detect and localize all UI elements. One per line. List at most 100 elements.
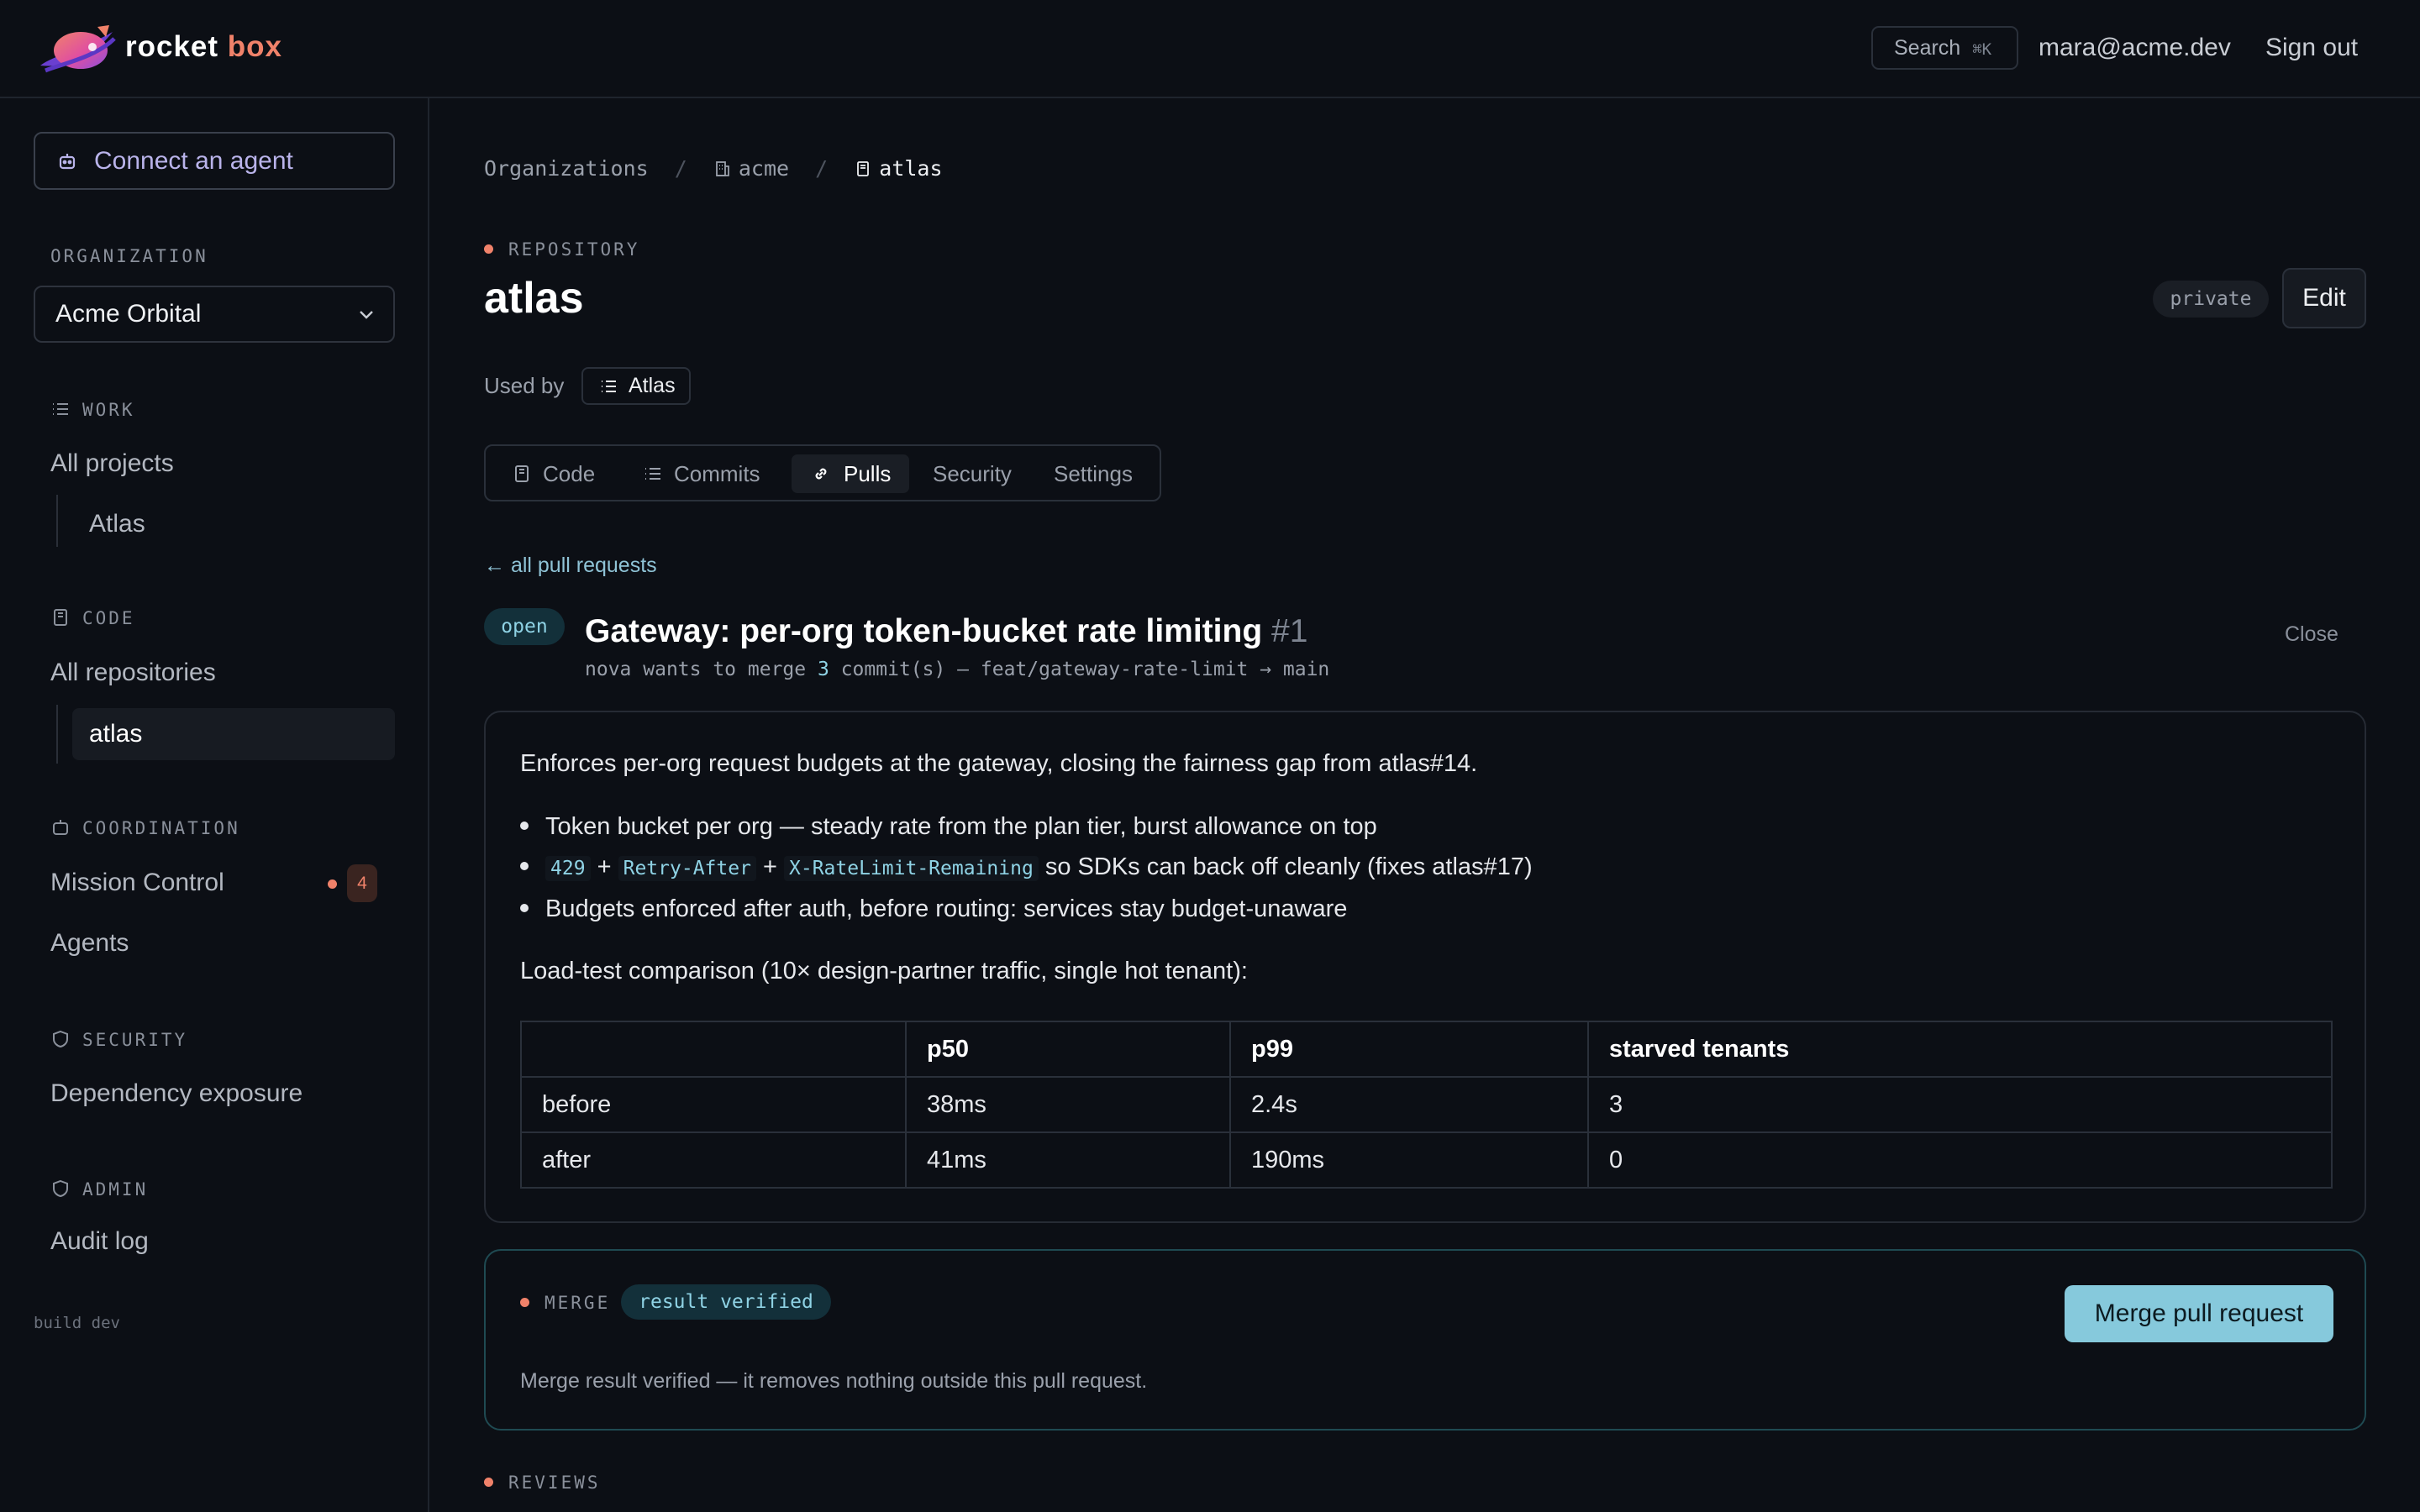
back-to-pull-requests-link[interactable]: ← all pull requests (484, 554, 657, 578)
sidebar-item-label: atlas (89, 720, 143, 748)
table-cell: 0 (1587, 1131, 2333, 1189)
tab-security[interactable]: Security (933, 454, 1025, 493)
organization-label: ORGANIZATION (50, 246, 208, 266)
search-button[interactable]: Search ⌘K (1871, 26, 2018, 70)
sign-out-button[interactable]: Sign out (2265, 34, 2358, 62)
repo-tabs: Code Commits Pulls Security Settings (484, 444, 1161, 501)
tab-label: Commits (674, 461, 760, 486)
accent-dot (484, 1478, 493, 1487)
sidebar-item-project-atlas[interactable]: Atlas (89, 510, 145, 538)
sidebar-item-repo-atlas[interactable]: atlas (72, 708, 395, 760)
bullet (520, 862, 529, 870)
sidebar-item-audit-log[interactable]: Audit log (50, 1227, 149, 1256)
sidebar-item-all-projects[interactable]: All projects (50, 449, 174, 478)
merge-status-badge: result verified (621, 1284, 831, 1320)
accent-dot (520, 1298, 529, 1307)
book-icon (54, 609, 67, 626)
accent-dot (484, 244, 493, 254)
user-email[interactable]: mara@acme.dev (2039, 34, 2231, 62)
merge-pull-request-button[interactable]: Merge pull request (2065, 1285, 2333, 1342)
table-header (520, 1021, 907, 1078)
tab-commits[interactable]: Commits (644, 454, 778, 493)
mission-count-badge: 4 (347, 864, 377, 902)
connect-agent-label: Connect an agent (94, 147, 293, 175)
loadtest-table: p50 p99 starved tenants before 38ms 2.4s… (520, 1021, 2333, 1189)
close-pr-button[interactable]: Close (2285, 622, 2338, 647)
link-icon (815, 468, 827, 480)
table-cell: after (520, 1131, 907, 1189)
breadcrumb-separator: / (815, 156, 829, 181)
reviews-eyebrow-label: REVIEWS (508, 1473, 601, 1493)
build-label: build dev (34, 1314, 120, 1332)
loadtest-caption: Load-test comparison (10× design-partner… (520, 958, 1248, 984)
list-item: 429 + Retry-After + X-RateLimit-Remainin… (520, 853, 1533, 881)
status-dot (328, 879, 337, 889)
tab-pulls[interactable]: Pulls (792, 454, 909, 493)
work-section-label: WORK (50, 399, 135, 420)
used-by-project-label: Atlas (629, 374, 676, 397)
code-snippet: 429 (545, 856, 591, 881)
code-label: CODE (82, 608, 135, 628)
plus-sign: + (763, 853, 777, 880)
edit-button[interactable]: Edit (2282, 268, 2366, 328)
table-cell: 2.4s (1229, 1076, 1589, 1133)
search-label: Search (1894, 36, 1961, 60)
security-label: SECURITY (82, 1030, 188, 1050)
repository-eyebrow-label: REPOSITORY (508, 239, 640, 260)
pr-number: #1 (1271, 613, 1308, 649)
page-title: atlas (484, 274, 584, 323)
sidebar: Connect an agent ORGANIZATION Acme Orbit… (0, 98, 429, 1512)
breadcrumb-org[interactable]: acme (739, 156, 789, 181)
used-by-label: Used by (484, 373, 565, 398)
organization-value: Acme Orbital (55, 300, 202, 328)
pr-title-text: Gateway: per-org token-bucket rate limit… (585, 613, 1263, 649)
brand-name[interactable]: rocket box (125, 30, 282, 64)
admin-label: ADMIN (82, 1179, 149, 1200)
repository-eyebrow: REPOSITORY (484, 239, 639, 260)
pr-commit-count: 3 (817, 659, 829, 680)
organization-select[interactable]: Acme Orbital (34, 286, 395, 343)
table-cell: 41ms (905, 1131, 1231, 1189)
table-cell: 3 (1587, 1076, 2333, 1133)
book-icon (515, 465, 529, 482)
code-snippet: X-RateLimit-Remaining (784, 856, 1039, 881)
bullet (520, 822, 529, 830)
connect-agent-button[interactable]: Connect an agent (34, 132, 395, 190)
used-by-project-chip[interactable]: Atlas (581, 367, 691, 405)
tab-label: Code (543, 461, 596, 486)
top-bar: rocket box Search ⌘K mara@acme.dev Sign o… (0, 0, 2420, 98)
reviews-eyebrow: REVIEWS (484, 1473, 601, 1493)
tree-line (56, 495, 58, 547)
table-header: p50 (905, 1021, 1231, 1078)
building-icon (715, 161, 729, 176)
sidebar-item-mission-control[interactable]: Mission Control (50, 869, 224, 897)
list-icon (602, 381, 616, 392)
sidebar-item-dependency-exposure[interactable]: Dependency exposure (50, 1079, 302, 1108)
rocket-logo-icon[interactable] (37, 22, 116, 77)
table-cell: 190ms (1229, 1131, 1589, 1189)
breadcrumb-organizations[interactable]: Organizations (484, 156, 649, 181)
list-item: Token bucket per org — steady rate from … (520, 813, 1377, 841)
sidebar-item-all-repositories[interactable]: All repositories (50, 659, 216, 687)
coordination-section-label: COORDINATION (50, 817, 240, 838)
chevron-down-icon (360, 311, 373, 319)
pr-sub-post: commit(s) — feat/gateway-rate-limit → ma… (840, 659, 1330, 680)
table-row: after 41ms 190ms 0 (520, 1131, 2333, 1189)
list-icon (645, 468, 660, 480)
list-item-text: Token bucket per org — steady rate from … (545, 813, 1377, 840)
tab-label: Security (933, 461, 1012, 486)
tree-line (56, 705, 58, 764)
list-item-text: Budgets enforced after auth, before rout… (545, 895, 1348, 922)
breadcrumb: Organizations / acme / atlas (484, 156, 943, 181)
tab-code[interactable]: Code (513, 454, 613, 493)
pr-state-badge: open (484, 608, 565, 645)
breadcrumb-repo[interactable]: atlas (879, 156, 942, 181)
shield-icon (53, 1030, 68, 1048)
tab-label: Settings (1054, 461, 1133, 486)
tab-settings[interactable]: Settings (1054, 454, 1146, 493)
merge-card: MERGE result verified Merge pull request… (484, 1249, 2366, 1431)
search-shortcut: ⌘K (1972, 40, 1992, 59)
sidebar-item-agents[interactable]: Agents (50, 929, 129, 958)
table-cell: 38ms (905, 1076, 1231, 1133)
list-item-text: so SDKs can back off cleanly (fixes atla… (1044, 853, 1533, 880)
